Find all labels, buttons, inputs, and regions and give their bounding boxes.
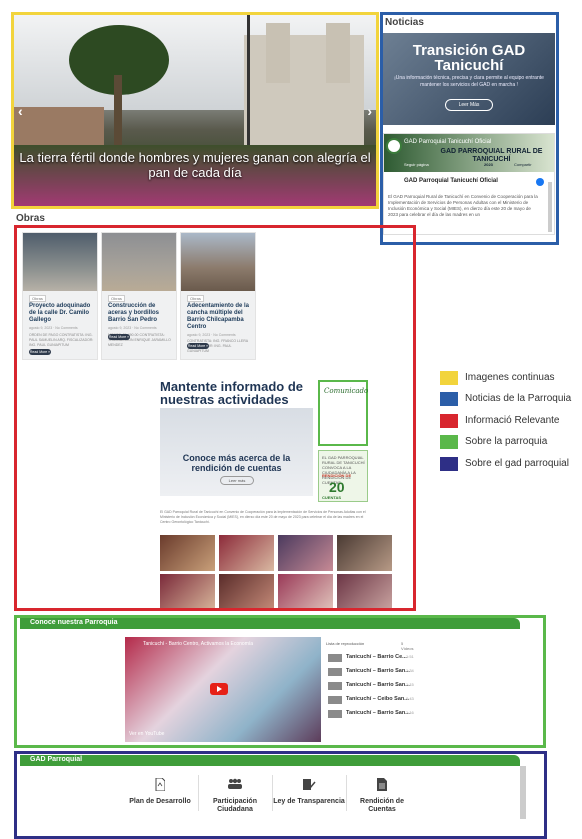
legend-label: Noticias de la Parroquia bbox=[465, 393, 572, 404]
legend-swatch bbox=[440, 414, 458, 428]
frame-noticias bbox=[380, 12, 559, 245]
frame-gad bbox=[14, 751, 547, 839]
legend-item: Noticias de la Parroquia bbox=[440, 392, 580, 408]
legend-swatch bbox=[440, 435, 458, 449]
legend-label: Sobre el gad parroquial bbox=[465, 458, 569, 469]
frame-informacion bbox=[14, 225, 416, 611]
legend-label: Imagenes continuas bbox=[465, 372, 555, 383]
legend-swatch bbox=[440, 392, 458, 406]
legend-label: Sobre la parroquia bbox=[465, 436, 548, 447]
legend-item: Imagenes continuas bbox=[440, 371, 580, 387]
frame-imagenes bbox=[11, 12, 379, 209]
legend-item: Informació Relevante bbox=[440, 414, 580, 430]
frame-parroquia bbox=[14, 615, 546, 748]
obras-title: Obras bbox=[16, 213, 45, 224]
legend-item: Sobre la parroquia bbox=[440, 435, 580, 451]
legend-item: Sobre el gad parroquial bbox=[440, 457, 580, 473]
legend-swatch bbox=[440, 457, 458, 471]
legend-swatch bbox=[440, 371, 458, 385]
legend-label: Informació Relevante bbox=[465, 415, 560, 426]
